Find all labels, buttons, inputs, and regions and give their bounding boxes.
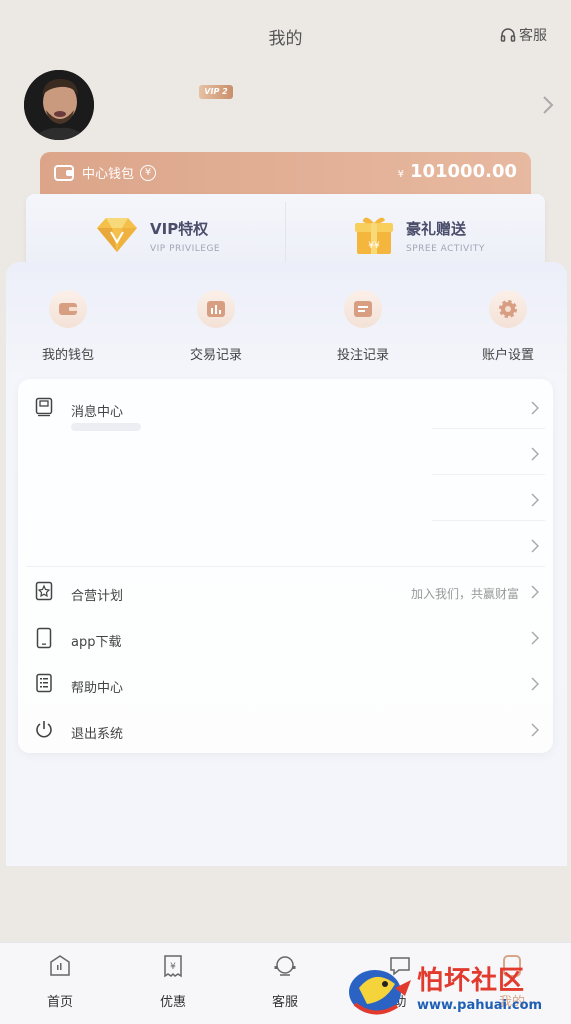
vip-privilege-title: VIP特权 xyxy=(150,220,209,238)
partnership-slogan: 加入我们，共赢财富 xyxy=(410,587,519,601)
wallet-icon xyxy=(54,164,74,181)
svg-text:¥: ¥ xyxy=(170,962,176,972)
menu-item-help-center[interactable]: 帮助中心 xyxy=(18,659,553,705)
record-icon xyxy=(344,290,382,328)
menu-item-message-center[interactable]: 消息中心 xyxy=(18,383,553,431)
chart-icon xyxy=(197,290,235,328)
watermark-url: www.pahuai.com xyxy=(417,998,543,1013)
quick-action-label: 我的钱包 xyxy=(41,348,94,363)
diamond-icon xyxy=(97,218,137,252)
chevron-right-icon xyxy=(531,631,539,645)
watermark-title: 怕坏社区 xyxy=(417,966,526,996)
chevron-right-icon xyxy=(531,447,539,461)
chevron-right-icon[interactable] xyxy=(542,95,554,115)
watermark: 怕坏社区 www.pahuai.com xyxy=(345,950,571,1024)
chevron-right-icon xyxy=(531,585,539,599)
menu-item-logout[interactable]: 退出系统 xyxy=(18,705,553,751)
wallet-icon xyxy=(49,290,87,328)
spree-activity-title: 豪礼赠送 xyxy=(406,220,467,238)
message-book-icon xyxy=(35,397,53,417)
menu-item-label: 退出系统 xyxy=(71,727,124,742)
chevron-right-icon xyxy=(531,723,539,737)
chevron-right-icon xyxy=(531,493,539,507)
spree-activity-subtitle: SPREE ACTIVITY xyxy=(406,244,485,254)
star-card-icon xyxy=(35,581,53,601)
quick-action-label: 账户设置 xyxy=(481,348,534,363)
gear-icon xyxy=(489,290,527,328)
wallet-label: 中心钱包 xyxy=(82,167,135,182)
chevron-right-icon xyxy=(531,677,539,691)
quick-action-label: 交易记录 xyxy=(189,348,242,363)
quick-action-settings[interactable]: 账户设置 xyxy=(448,290,568,363)
vip-privilege-subtitle: VIP PRIVILEGE xyxy=(150,244,221,254)
tab-label: 优惠 xyxy=(159,995,186,1010)
currency-symbol: ¥ xyxy=(397,169,404,180)
tab-label: 客服 xyxy=(271,995,298,1010)
center-wallet-bar[interactable]: 中心钱包 ¥ ¥ 101000.00 xyxy=(40,152,531,196)
quick-actions: 我的钱包 交易记录 投注记录 账户设置 xyxy=(6,290,567,370)
wallet-balance: ¥ 101000.00 xyxy=(398,161,517,182)
home-icon xyxy=(50,955,70,976)
headset-icon xyxy=(274,956,296,976)
chevron-right-icon xyxy=(531,539,539,553)
menu-item-partnership[interactable]: 合营计划 加入我们，共赢财富 xyxy=(18,567,553,613)
quick-action-label: 投注记录 xyxy=(336,348,389,363)
menu-item-app-download[interactable]: app下载 xyxy=(18,613,553,659)
menu-item-hidden-3[interactable] xyxy=(18,521,553,567)
customer-service-button[interactable]: 客服 xyxy=(500,25,547,45)
quick-action-transactions[interactable]: 交易记录 xyxy=(156,290,276,363)
page-title: 我的 xyxy=(268,29,303,49)
svg-text:¥¥: ¥¥ xyxy=(368,241,380,251)
headset-icon xyxy=(500,28,516,42)
tab-promotions[interactable]: ¥ 优惠 xyxy=(133,953,213,1010)
gift-icon: ¥¥ xyxy=(355,217,393,254)
chevron-right-icon xyxy=(531,401,539,415)
power-icon xyxy=(36,721,52,738)
document-list-icon xyxy=(36,673,52,693)
top-header: 我的 客服 xyxy=(0,0,571,70)
menu-item-hidden-1[interactable] xyxy=(18,429,553,475)
menu-item-hidden-2[interactable] xyxy=(18,475,553,521)
menu-item-label: 合营计划 xyxy=(71,589,124,604)
quick-action-wallet[interactable]: 我的钱包 xyxy=(8,290,128,363)
coupon-icon: ¥ xyxy=(164,955,182,978)
yen-circle-icon: ¥ xyxy=(140,164,157,181)
menu-list: 消息中心 合营计划 加入我们，共赢财富 app下载 帮助中心 退出系统 xyxy=(18,379,553,753)
tab-customer-service[interactable]: 客服 xyxy=(245,953,325,1010)
tab-home[interactable]: 首页 xyxy=(20,953,100,1010)
vip-level-badge: VIP 2 xyxy=(199,85,233,99)
menu-item-label: 消息中心 xyxy=(71,405,124,420)
quick-action-bets[interactable]: 投注记录 xyxy=(303,290,423,363)
menu-item-label: app下载 xyxy=(71,635,122,650)
tab-label: 首页 xyxy=(46,995,73,1010)
customer-service-label: 客服 xyxy=(519,28,547,44)
watermark-logo xyxy=(349,970,411,1015)
phone-icon xyxy=(36,627,52,649)
avatar[interactable] xyxy=(24,70,94,140)
wallet-label-group: 中心钱包 ¥ xyxy=(54,163,157,182)
menu-item-label: 帮助中心 xyxy=(71,681,124,696)
profile-row[interactable]: VIP 2 xyxy=(24,70,554,140)
avatar-photo xyxy=(24,70,94,140)
wallet-amount: 101000.00 xyxy=(409,161,517,182)
